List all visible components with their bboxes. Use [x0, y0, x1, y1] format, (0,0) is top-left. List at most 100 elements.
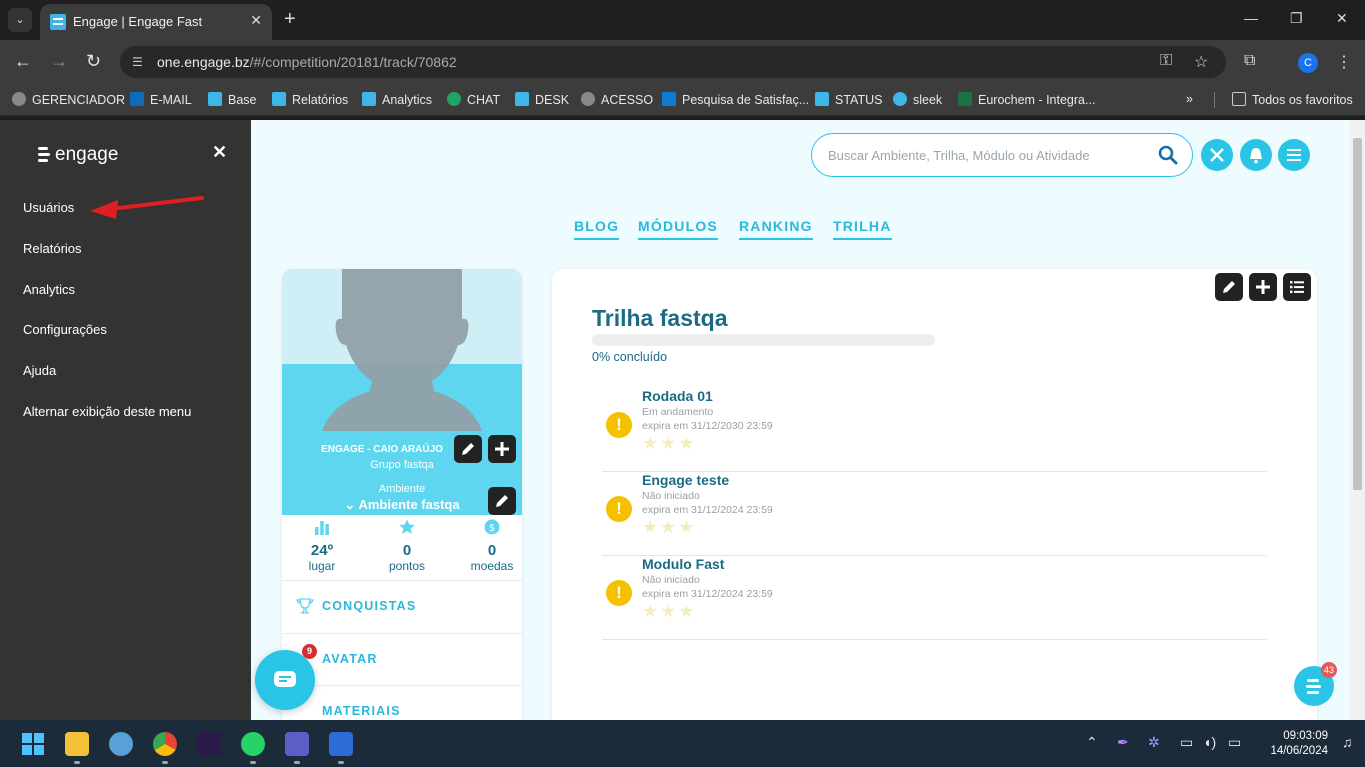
file-explorer-icon[interactable]: [65, 732, 89, 756]
list-view-button[interactable]: [1283, 273, 1311, 301]
battery-icon[interactable]: ▭: [1228, 734, 1241, 751]
feather-app-icon[interactable]: ✒: [1117, 734, 1129, 751]
sidebar-item-toggle-menu[interactable]: Alternar exibição deste menu: [23, 404, 191, 419]
engage-logo[interactable]: engage: [38, 144, 118, 166]
volume-icon[interactable]: ◖): [1203, 734, 1216, 750]
key-icon[interactable]: ⚿: [1160, 52, 1172, 70]
profile-group: Grupo fastqa: [370, 459, 434, 471]
bookmark-status[interactable]: STATUS: [815, 92, 882, 107]
pencil-icon: [496, 495, 508, 507]
extensions-icon[interactable]: ⧉: [1244, 52, 1255, 70]
bookmark-desk[interactable]: DESK: [515, 92, 569, 107]
notifications-button[interactable]: [1240, 139, 1272, 171]
profile-avatar[interactable]: C: [1298, 53, 1318, 73]
more-menu-icon[interactable]: ⋮: [1336, 52, 1352, 72]
menu-button[interactable]: [1278, 139, 1310, 171]
all-bookmarks-folder[interactable]: Todos os favoritos: [1232, 92, 1353, 107]
teams-icon[interactable]: [285, 732, 309, 756]
tab-blog[interactable]: BLOG: [574, 218, 620, 240]
bookmark-relatorios[interactable]: Relatórios: [272, 92, 348, 107]
edit-profile-button[interactable]: [454, 435, 482, 463]
sidebar-item-analytics[interactable]: Analytics: [23, 282, 75, 297]
rating-stars-icon: ★★★: [642, 517, 697, 537]
engage-logo-icon: [1306, 679, 1321, 694]
system-clock[interactable]: 09:03:09 14/06/2024: [1258, 729, 1328, 759]
profile-link-avatar[interactable]: AVATAR: [282, 633, 522, 685]
notification-bell-icon[interactable]: ♫: [1342, 734, 1353, 750]
bar-chart-icon: [315, 521, 329, 535]
minimize-button[interactable]: —: [1244, 10, 1258, 26]
new-tab-button[interactable]: +: [284, 8, 296, 30]
bookmark-star-icon[interactable]: ☆: [1194, 52, 1208, 72]
module-item[interactable]: ! Rodada 01 Em andamento expira em 31/12…: [602, 388, 1267, 472]
sleek-icon: [893, 92, 907, 106]
paint-icon[interactable]: [109, 732, 133, 756]
sidebar-item-configuracoes[interactable]: Configurações: [23, 322, 107, 337]
sidebar-item-relatorios[interactable]: Relatórios: [23, 241, 82, 256]
more-bookmarks-icon[interactable]: »: [1186, 92, 1193, 106]
close-sidebar-icon[interactable]: ✕: [212, 142, 227, 163]
forward-icon[interactable]: →: [50, 52, 68, 70]
chrome-icon[interactable]: [153, 732, 177, 756]
close-window-button[interactable]: ✕: [1336, 10, 1348, 27]
module-item[interactable]: ! Engage teste Não iniciado expira em 31…: [602, 472, 1267, 556]
sidebar-item-ajuda[interactable]: Ajuda: [23, 363, 56, 378]
browser-tab-active[interactable]: Engage | Engage Fast ✕: [40, 4, 272, 40]
whatsapp-icon[interactable]: [241, 732, 265, 756]
restore-button[interactable]: ❐: [1290, 10, 1303, 27]
edit-environment-button[interactable]: [488, 487, 516, 515]
globe-icon: [581, 92, 595, 106]
site-settings-icon[interactable]: ☰: [132, 55, 146, 69]
sidebar-item-usuarios[interactable]: Usuários: [23, 200, 74, 215]
gear-tray-icon[interactable]: ✲: [1148, 734, 1160, 751]
show-hidden-icons-icon[interactable]: ⌃: [1086, 734, 1098, 751]
windows-start-icon[interactable]: [21, 732, 45, 756]
hamburger-icon: [1287, 149, 1301, 161]
tab-modulos[interactable]: MÓDULOS: [638, 218, 718, 240]
running-indicator: [294, 761, 300, 764]
profile-card: ENGAGE - CAIO ARAÚJO Grupo fastqa Ambien…: [282, 269, 522, 720]
bookmark-gerenciador[interactable]: GERENCIADOR: [12, 92, 125, 107]
bookmark-acesso[interactable]: ACESSO: [581, 92, 653, 107]
main-area: Buscar Ambiente, Trilha, Módulo ou Ativi…: [251, 120, 1350, 720]
module-item[interactable]: ! Modulo Fast Não iniciado expira em 31/…: [602, 556, 1267, 640]
tab-search-button[interactable]: ⌄: [8, 8, 32, 32]
heart-app-icon[interactable]: [197, 732, 221, 756]
annotation-arrow-icon: [90, 196, 204, 219]
add-module-button[interactable]: [1249, 273, 1277, 301]
warning-icon: !: [606, 496, 632, 522]
bookmark-email[interactable]: E-MAIL: [130, 92, 192, 107]
search-box[interactable]: Buscar Ambiente, Trilha, Módulo ou Ativi…: [811, 133, 1193, 177]
warning-icon: !: [606, 412, 632, 438]
display-icon[interactable]: ▭: [1180, 734, 1193, 751]
add-profile-button[interactable]: [488, 435, 516, 463]
outlook-icon: [130, 92, 144, 106]
running-indicator: [74, 761, 80, 764]
close-tab-icon[interactable]: ✕: [250, 12, 262, 29]
bookmark-analytics[interactable]: Analytics: [362, 92, 432, 107]
url-text[interactable]: one.engage.bz/#/competition/20181/track/…: [157, 54, 457, 70]
bookmark-pesquisa[interactable]: Pesquisa de Satisfaç...: [662, 92, 809, 107]
page-scrollbar[interactable]: [1350, 120, 1365, 720]
chat-widget-button[interactable]: [255, 650, 315, 710]
bookmark-eurochem[interactable]: Eurochem - Integra...: [958, 92, 1095, 107]
tools-button[interactable]: [1201, 139, 1233, 171]
reload-icon[interactable]: ↻: [86, 52, 101, 70]
profile-link-materiais[interactable]: MATERIAIS: [282, 685, 522, 720]
tab-ranking[interactable]: RANKING: [739, 218, 813, 240]
scrollbar-thumb[interactable]: [1353, 138, 1362, 490]
environment-selector[interactable]: ⌄ Ambiente fastqa: [282, 497, 522, 513]
profile-link-conquistas[interactable]: CONQUISTAS: [282, 580, 522, 632]
bookmark-base[interactable]: Base: [208, 92, 257, 107]
tab-trilha[interactable]: TRILHA: [833, 218, 892, 240]
bookmark-sleek[interactable]: sleek: [893, 92, 942, 107]
warning-icon: !: [606, 580, 632, 606]
bookmark-chat[interactable]: CHAT: [447, 92, 500, 107]
word-icon[interactable]: [329, 732, 353, 756]
search-icon[interactable]: [1158, 145, 1178, 165]
coin-icon: $: [484, 519, 500, 535]
edit-track-button[interactable]: [1215, 273, 1243, 301]
back-icon[interactable]: ←: [14, 52, 32, 70]
search-input[interactable]: Buscar Ambiente, Trilha, Módulo ou Ativi…: [828, 148, 1090, 163]
address-bar[interactable]: ☰ one.engage.bz/#/competition/20181/trac…: [120, 46, 1226, 78]
